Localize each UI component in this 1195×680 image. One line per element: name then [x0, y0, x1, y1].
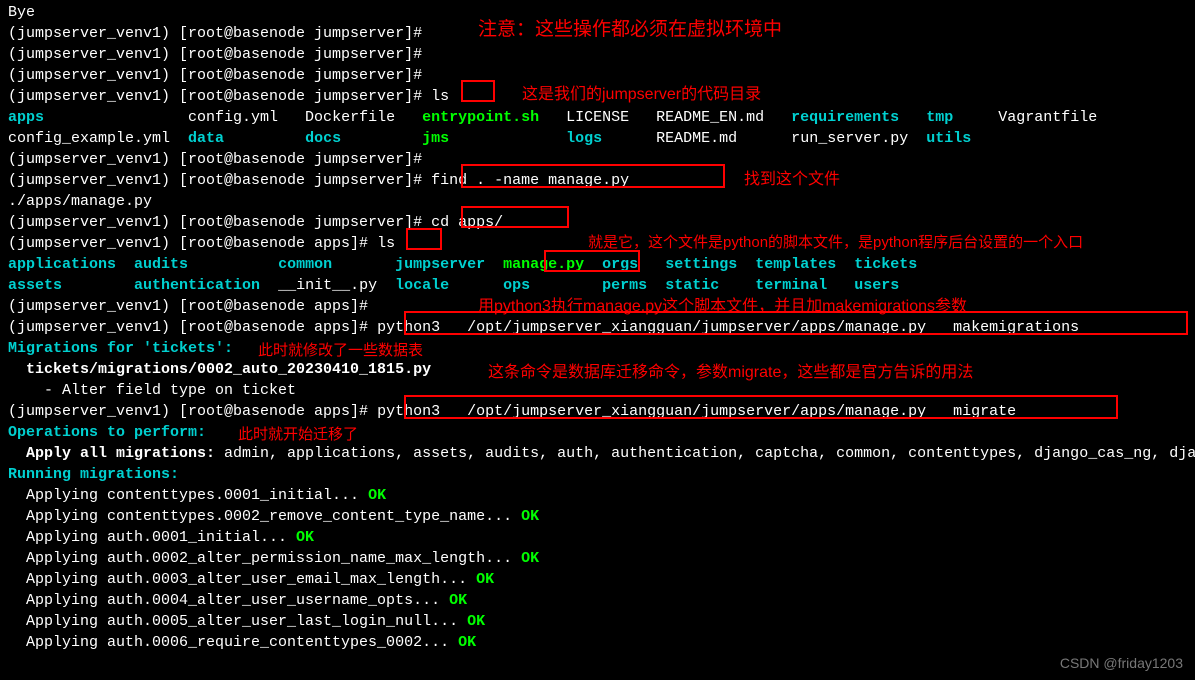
find-result: ./apps/manage.py	[8, 191, 1187, 212]
dir-item: settings	[665, 256, 737, 273]
prompt-line: (jumpserver_venv1) [root@basenode jumpse…	[8, 212, 1187, 233]
ok-status: OK	[467, 613, 485, 630]
dir-item: static	[665, 277, 719, 294]
annotation-ls: 这是我们的jumpserver的代码目录	[522, 84, 761, 105]
migrations-header: Migrations for 'tickets':	[8, 338, 1187, 359]
command-migrate: python3 /opt/jumpserver_xiangguan/jumpse…	[377, 403, 1016, 420]
dir-item: tickets	[854, 256, 917, 273]
ls-output-row: apps config.yml Dockerfile entrypoint.sh…	[8, 107, 1187, 128]
migration-text: Applying contenttypes.0002_remove_conten…	[8, 508, 521, 525]
command-cd: cd apps/	[431, 214, 503, 231]
annotation-modified: 此时就修改了一些数据表	[258, 340, 423, 361]
migration-text: Applying auth.0002_alter_permission_name…	[8, 550, 521, 567]
apply-all-list: admin, applications, assets, audits, aut…	[215, 445, 1195, 462]
migration-line: Applying auth.0003_alter_user_email_max_…	[8, 569, 1187, 590]
migration-text: Applying contenttypes.0001_initial...	[8, 487, 368, 504]
exec-entrypoint: entrypoint.sh	[422, 109, 539, 126]
prompt: (jumpserver_venv1) [root@basenode apps]#	[8, 403, 377, 420]
apply-all-line: Apply all migrations: admin, application…	[8, 443, 1187, 464]
dir-item: templates	[755, 256, 836, 273]
migration-line: Applying auth.0006_require_contenttypes_…	[8, 632, 1187, 653]
ls-output-row: config_example.yml data docs jms logs RE…	[8, 128, 1187, 149]
dir-item: jumpserver	[395, 256, 485, 273]
annotation-migrate: 这条命令是数据库迁移命令，参数migrate，这些都是官方告诉的用法	[488, 362, 973, 383]
command-ls: ls	[377, 235, 395, 252]
annotation-find: 找到这个文件	[744, 169, 840, 190]
migration-text: Applying auth.0006_require_contenttypes_…	[8, 634, 458, 651]
ls-output-row: assets authentication __init__.py locale…	[8, 275, 1187, 296]
prompt-line: (jumpserver_venv1) [root@basenode jumpse…	[8, 44, 1187, 65]
ok-status: OK	[521, 508, 539, 525]
dir-docs: docs	[305, 130, 341, 147]
dir-item: orgs	[602, 256, 638, 273]
prompt-line: (jumpserver_venv1) [root@basenode jumpse…	[8, 65, 1187, 86]
prompt: (jumpserver_venv1) [root@basenode apps]#	[8, 319, 377, 336]
migration-line: Applying auth.0005_alter_user_last_login…	[8, 611, 1187, 632]
prompt: (jumpserver_venv1) [root@basenode apps]#	[8, 235, 377, 252]
exec-manage: manage.py	[503, 256, 584, 273]
dir-item: users	[854, 277, 899, 294]
watermark: CSDN @friday1203	[1060, 653, 1183, 674]
dir-logs: logs	[566, 130, 602, 147]
migration-line: Applying contenttypes.0002_remove_conten…	[8, 506, 1187, 527]
prompt-line: (jumpserver_venv1) [root@basenode apps]#…	[8, 401, 1187, 422]
ok-status: OK	[296, 529, 314, 546]
prompt: (jumpserver_venv1) [root@basenode jumpse…	[8, 214, 431, 231]
prompt-line: (jumpserver_venv1) [root@basenode jumpse…	[8, 170, 1187, 191]
migration-text: Applying auth.0005_alter_user_last_login…	[8, 613, 467, 630]
ok-status: OK	[368, 487, 386, 504]
ls-output-row: applications audits common jumpserver ma…	[8, 254, 1187, 275]
dir-item: terminal	[755, 277, 827, 294]
ok-status: OK	[521, 550, 539, 567]
command-makemigrations: python3 /opt/jumpserver_xiangguan/jumpse…	[377, 319, 1079, 336]
migration-text: Applying auth.0001_initial...	[8, 529, 296, 546]
prompt: (jumpserver_venv1) [root@basenode jumpse…	[8, 172, 431, 189]
dir-apps: apps	[8, 109, 44, 126]
annotation-note: 注意：这些操作都必须在虚拟环境中	[478, 19, 782, 40]
command-find: find . -name manage.py	[431, 172, 629, 189]
dir-item: assets	[8, 277, 62, 294]
migration-line: Applying contenttypes.0001_initial... OK	[8, 485, 1187, 506]
dir-data: data	[188, 130, 224, 147]
dir-item: applications	[8, 256, 116, 273]
running-header: Running migrations:	[8, 464, 1187, 485]
dir-utils: utils	[926, 130, 971, 147]
command-ls: ls	[431, 88, 449, 105]
dir-item: common	[278, 256, 332, 273]
migration-text: Applying auth.0003_alter_user_email_max_…	[8, 571, 476, 588]
dir-requirements: requirements	[791, 109, 899, 126]
migration-line: Applying auth.0002_alter_permission_name…	[8, 548, 1187, 569]
dir-tmp: tmp	[926, 109, 953, 126]
migration-line: Applying auth.0001_initial... OK	[8, 527, 1187, 548]
apply-all-label: Apply all migrations:	[8, 445, 215, 462]
dir-item: perms	[602, 277, 647, 294]
migration-text: Applying auth.0004_alter_user_username_o…	[8, 592, 449, 609]
dir-item: audits	[134, 256, 188, 273]
dir-item: locale	[395, 277, 449, 294]
annotation-manage: 就是它，这个文件是python的脚本文件，是python程序后台设置的一个入口	[588, 232, 1083, 253]
migration-detail: - Alter field type on ticket	[8, 380, 1187, 401]
dir-item: ops	[503, 277, 530, 294]
migration-line: Applying auth.0004_alter_user_username_o…	[8, 590, 1187, 611]
ok-status: OK	[449, 592, 467, 609]
operations-header: Operations to perform:	[8, 422, 1187, 443]
prompt: (jumpserver_venv1) [root@basenode jumpse…	[8, 88, 431, 105]
dir-item: authentication	[134, 277, 260, 294]
ok-status: OK	[476, 571, 494, 588]
prompt-line: (jumpserver_venv1) [root@basenode jumpse…	[8, 149, 1187, 170]
ok-status: OK	[458, 634, 476, 651]
exec-jms: jms	[422, 130, 449, 147]
annotation-start: 此时就开始迁移了	[238, 424, 358, 445]
prompt-line: (jumpserver_venv1) [root@basenode apps]#…	[8, 317, 1187, 338]
annotation-exec: 用python3执行manage.py这个脚本文件，并且加makemigrati…	[478, 296, 967, 317]
